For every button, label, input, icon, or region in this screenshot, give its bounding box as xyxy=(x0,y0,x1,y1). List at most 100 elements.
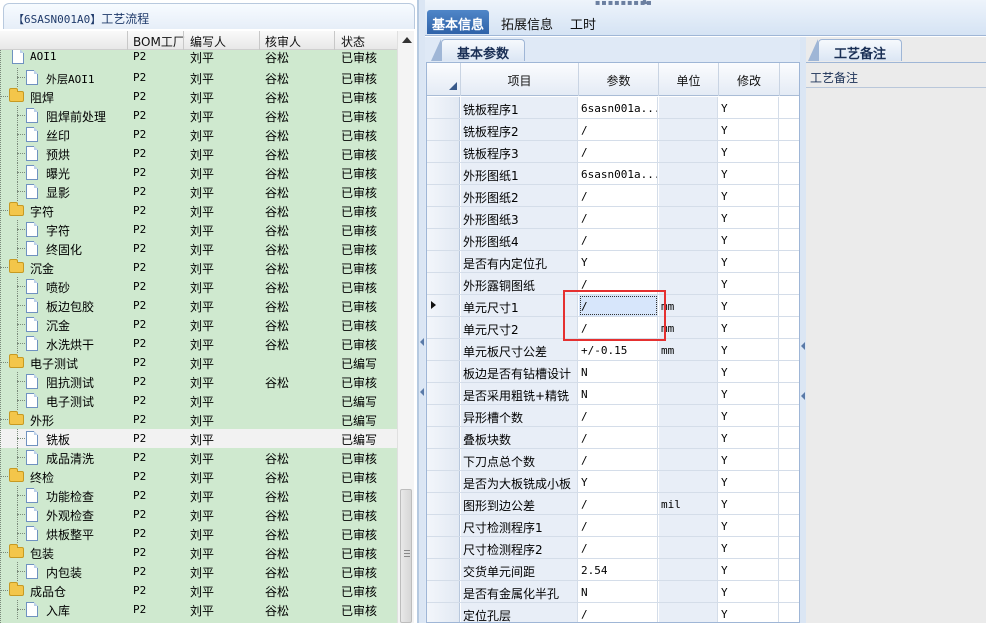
tree-step-node[interactable]: 终固化 P2 刘平 谷松 已审核 xyxy=(0,239,397,258)
param-value-cell[interactable]: Y xyxy=(579,251,658,272)
param-value-cell[interactable]: / xyxy=(579,537,658,558)
param-row[interactable]: 尺寸检测程序2/ Y xyxy=(427,537,799,559)
row-header[interactable] xyxy=(427,471,460,492)
param-row[interactable]: 是否有内定位孔 Y Y xyxy=(427,251,799,273)
left-splitter[interactable] xyxy=(418,0,425,623)
tree-group-node[interactable]: 字符 P2 刘平 谷松 已审核 xyxy=(0,201,397,220)
row-header[interactable] xyxy=(427,97,460,118)
param-value-cell[interactable]: +/-0.15 xyxy=(579,339,658,360)
tree-group-node[interactable]: 沉金 P2 刘平 谷松 已审核 xyxy=(0,258,397,277)
row-header[interactable] xyxy=(427,251,460,272)
tree-step-node[interactable]: 预烘 P2 刘平 谷松 已审核 xyxy=(0,144,397,163)
row-header[interactable] xyxy=(427,317,460,338)
param-unit-cell[interactable] xyxy=(659,251,718,272)
row-header[interactable] xyxy=(427,295,460,316)
param-modify-cell[interactable]: Y xyxy=(719,361,779,382)
row-header[interactable] xyxy=(427,185,460,206)
tree-group-node[interactable]: 包装 P2 刘平 谷松 已审核 xyxy=(0,543,397,562)
row-header[interactable] xyxy=(427,163,460,184)
col-unit[interactable]: 单位 xyxy=(659,72,718,89)
tree-step-node[interactable]: 沉金 P2 刘平 谷松 已审核 xyxy=(0,315,397,334)
param-value-cell[interactable]: N xyxy=(579,383,658,404)
tree-group-node[interactable]: 阻焊 P2 刘平 谷松 已审核 xyxy=(0,87,397,106)
row-header[interactable] xyxy=(427,559,460,580)
param-row[interactable]: 图形到边公差 / mil Y xyxy=(427,493,799,515)
param-unit-cell[interactable] xyxy=(659,163,718,184)
select-all-corner-icon[interactable] xyxy=(449,82,457,90)
param-unit-cell[interactable] xyxy=(659,185,718,206)
tab-extended-info[interactable]: 拓展信息 xyxy=(501,10,553,34)
param-unit-cell[interactable] xyxy=(659,603,718,622)
tree-step-node[interactable]: 外层AOI1 P2 刘平 谷松 已审核 xyxy=(0,68,397,87)
param-value-cell[interactable]: / xyxy=(579,603,658,622)
param-modify-cell[interactable]: Y xyxy=(719,383,779,404)
row-header[interactable] xyxy=(427,537,460,558)
scroll-up-arrow-icon[interactable] xyxy=(402,37,412,43)
row-header[interactable] xyxy=(427,339,460,360)
param-row[interactable]: 交货单元间距 2.54 Y xyxy=(427,559,799,581)
tree-step-node[interactable]: 字符 P2 刘平 谷松 已审核 xyxy=(0,220,397,239)
param-row[interactable]: 下刀点总个数 / Y xyxy=(427,449,799,471)
param-unit-cell[interactable] xyxy=(659,97,718,118)
tree-step-node[interactable]: 外观检查 P2 刘平 谷松 已审核 xyxy=(0,505,397,524)
row-header[interactable] xyxy=(427,603,460,622)
param-row[interactable]: 单元板尺寸公差 +/-0.15 mm Y xyxy=(427,339,799,361)
process-notes-area[interactable]: 工艺备注 xyxy=(806,62,986,623)
tree-step-node[interactable]: 丝印 P2 刘平 谷松 已审核 xyxy=(0,125,397,144)
param-unit-cell[interactable] xyxy=(659,581,718,602)
param-value-cell[interactable]: Y xyxy=(579,471,658,492)
col-modify[interactable]: 修改 xyxy=(719,72,779,89)
expand-up-icon[interactable]: ▲ xyxy=(641,0,649,6)
tree-step-node[interactable]: 阻焊前处理 P2 刘平 谷松 已审核 xyxy=(0,106,397,125)
tab-process-notes[interactable]: 工艺备注 xyxy=(818,39,902,62)
param-unit-cell[interactable] xyxy=(659,427,718,448)
param-modify-cell[interactable]: Y xyxy=(719,163,779,184)
param-row[interactable]: 板边是否有钻槽设计 N Y xyxy=(427,361,799,383)
tree-step-node[interactable]: 曝光 P2 刘平 谷松 已审核 xyxy=(0,163,397,182)
param-modify-cell[interactable]: Y xyxy=(719,273,779,294)
param-unit-cell[interactable] xyxy=(659,515,718,536)
tree-step-node[interactable]: 烘板整平 P2 刘平 谷松 已审核 xyxy=(0,524,397,543)
param-unit-cell[interactable] xyxy=(659,383,718,404)
param-modify-cell[interactable]: Y xyxy=(719,559,779,580)
col-parameter[interactable]: 参数 xyxy=(579,72,658,89)
row-header[interactable] xyxy=(427,207,460,228)
param-value-cell[interactable]: N xyxy=(579,581,658,602)
tree-step-node[interactable]: 内包装 P2 刘平 谷松 已审核 xyxy=(0,562,397,581)
param-modify-cell[interactable]: Y xyxy=(719,251,779,272)
collapse-left-icon[interactable] xyxy=(420,338,424,346)
row-header[interactable] xyxy=(427,493,460,514)
param-modify-cell[interactable]: Y xyxy=(719,449,779,470)
param-unit-cell[interactable] xyxy=(659,405,718,426)
param-unit-cell[interactable] xyxy=(659,537,718,558)
tab-work-hours[interactable]: 工时 xyxy=(570,10,596,34)
param-value-cell[interactable]: 6sasn001a... xyxy=(579,97,658,118)
tab-basic-params[interactable]: 基本参数 xyxy=(441,39,525,62)
param-row[interactable]: 异形槽个数 / Y xyxy=(427,405,799,427)
param-modify-cell[interactable]: Y xyxy=(719,295,779,316)
tree-step-node[interactable]: 阻抗测试 P2 刘平 谷松 已审核 xyxy=(0,372,397,391)
param-modify-cell[interactable]: Y xyxy=(719,427,779,448)
param-value-cell[interactable]: / xyxy=(579,515,658,536)
scrollbar-thumb[interactable] xyxy=(400,489,412,623)
param-unit-cell[interactable] xyxy=(659,119,718,140)
param-value-cell[interactable]: N xyxy=(579,361,658,382)
param-unit-cell[interactable] xyxy=(659,207,718,228)
row-header[interactable] xyxy=(427,581,460,602)
tree-step-node[interactable]: 入库 P2 刘平 谷松 已审核 xyxy=(0,600,397,619)
param-modify-cell[interactable]: Y xyxy=(719,207,779,228)
param-modify-cell[interactable]: Y xyxy=(719,141,779,162)
collapse-right-icon[interactable] xyxy=(801,392,805,400)
row-header[interactable] xyxy=(427,383,460,404)
param-unit-cell[interactable] xyxy=(659,361,718,382)
tab-basic-info[interactable]: 基本信息 xyxy=(427,10,490,34)
param-row[interactable]: 铣板程序2/ Y xyxy=(427,119,799,141)
param-row[interactable]: 叠板块数 / Y xyxy=(427,427,799,449)
row-header[interactable] xyxy=(427,273,460,294)
tree-step-node[interactable]: 电子测试 P2 刘平 已编写 xyxy=(0,391,397,410)
row-header[interactable] xyxy=(427,361,460,382)
param-modify-cell[interactable]: Y xyxy=(719,471,779,492)
param-value-cell[interactable]: 6sasn001a... xyxy=(579,163,658,184)
param-value-cell[interactable]: / xyxy=(579,185,658,206)
param-modify-cell[interactable]: Y xyxy=(719,339,779,360)
